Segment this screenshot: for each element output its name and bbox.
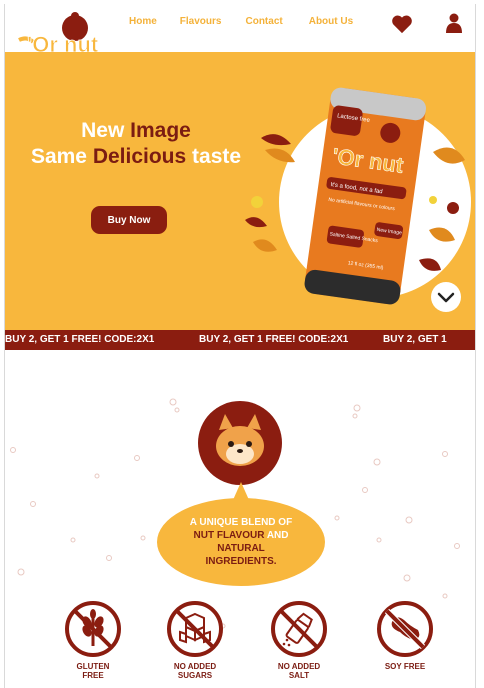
- brand-blurb: A UNIQUE BLEND OF NUT FLAVOUR AND NATURA…: [179, 516, 303, 568]
- heart-icon[interactable]: [391, 14, 413, 34]
- blurb-line: A UNIQUE BLEND OF: [189, 517, 293, 528]
- badge-no-added-salt: NO ADDED SALT: [254, 600, 344, 680]
- badge-no-added-sugars: NO ADDED SUGARS: [150, 600, 240, 680]
- user-icon[interactable]: [445, 13, 463, 33]
- nav-contact-link[interactable]: Contact: [245, 16, 282, 27]
- scroll-down-button[interactable]: [431, 282, 461, 312]
- hero-title-text: New: [81, 119, 131, 142]
- badge-label: GLUTEN FREE: [76, 662, 110, 680]
- salt-shaker-icon: [271, 601, 327, 657]
- badge-label: NO ADDED SALT: [277, 662, 321, 680]
- header: 'Or nut Home Flavours Contact About Us: [5, 4, 475, 57]
- chevron-down-icon: [437, 292, 455, 303]
- main-nav: Home Flavours Contact About Us: [129, 16, 353, 27]
- wheat-icon: [65, 601, 121, 657]
- blurb-line: AND: [264, 530, 289, 541]
- sugar-cubes-icon: [167, 601, 223, 657]
- badge-label: SOY FREE: [384, 662, 426, 671]
- hero-subtitle-text: Same: [30, 145, 93, 168]
- buy-now-button[interactable]: Buy Now: [91, 206, 167, 234]
- hero-banner: New Image Same Delicious taste Buy Now L…: [5, 52, 475, 330]
- hero-title-highlight: Image: [130, 119, 191, 142]
- badge-soy-free: SOY FREE: [360, 600, 450, 671]
- hero-title: New Image Same Delicious taste: [5, 118, 267, 170]
- blurb-highlight: NUT FLAVOUR: [193, 530, 265, 541]
- promo-text: BUY 2, GET 1: [383, 334, 447, 345]
- badge-label: NO ADDED SUGARS: [173, 662, 217, 680]
- blurb-highlight: NATURAL: [217, 543, 265, 554]
- soy-icon: [377, 601, 433, 657]
- promo-text: BUY 2, GET 1 FREE! CODE:2X1: [199, 334, 349, 345]
- hero-subtitle-highlight: Delicious: [92, 145, 187, 168]
- nav-home-link[interactable]: Home: [129, 16, 157, 27]
- squirrel-mascot-icon: [198, 401, 282, 485]
- blurb-highlight: INGREDIENTS.: [205, 556, 277, 567]
- badge-gluten-free: GLUTEN FREE: [48, 600, 138, 680]
- nav-about-link[interactable]: About Us: [309, 16, 353, 27]
- nav-flavours-link[interactable]: Flavours: [180, 16, 222, 27]
- promo-text: BUY 2, GET 1 FREE! CODE:2X1: [5, 334, 155, 345]
- promo-marquee: BUY 2, GET 1 FREE! CODE:2X1 BUY 2, GET 1…: [5, 330, 475, 350]
- features-section: A UNIQUE BLEND OF NUT FLAVOUR AND NATURA…: [5, 350, 475, 688]
- page: 'Or nut Home Flavours Contact About Us N…: [4, 4, 476, 688]
